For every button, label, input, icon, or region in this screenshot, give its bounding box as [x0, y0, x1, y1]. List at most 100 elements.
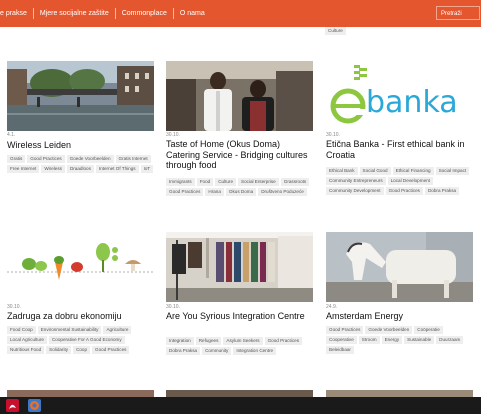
main-nav: e prakse Mjere socijalne zaštite Commonp…: [0, 0, 205, 27]
card-image-ebanka-logo[interactable]: banka: [326, 61, 473, 131]
card-image-chefs[interactable]: [166, 61, 313, 131]
tag[interactable]: Goede Voorbeelden: [66, 155, 114, 163]
tag[interactable]: Grassroots: [280, 178, 310, 186]
nav-item-o-nama[interactable]: O nama: [180, 10, 205, 17]
card-tags: Gratis Good Practices Goede Voorbeelden Gra…: [7, 155, 157, 175]
tag[interactable]: Social Enterprise: [238, 178, 279, 186]
card-image-vegetables[interactable]: [7, 232, 154, 302]
tag[interactable]: Social Impact: [435, 167, 470, 175]
card-date: 30.10.: [166, 304, 180, 310]
tag[interactable]: Local Agriculture: [7, 336, 47, 344]
tag[interactable]: IoT: [140, 165, 154, 173]
taskbar: [0, 397, 481, 414]
practice-card[interactable]: 30.10. Are You Syrious Integration Centr…: [166, 232, 313, 372]
tag[interactable]: Wireless: [41, 165, 65, 173]
tag[interactable]: Gratis: [7, 155, 26, 163]
card-date: 4.1.: [7, 132, 16, 138]
card-image-partial[interactable]: [166, 390, 313, 397]
tag[interactable]: Local Development: [387, 177, 433, 185]
practice-card[interactable]: 30.10. Zadruga za dobru ekonomiju Food C…: [7, 232, 154, 362]
tag[interactable]: Beleidbaar: [326, 346, 354, 354]
tag[interactable]: Integration Centre: [233, 347, 277, 355]
card-tags: Good Practices Goede Voorbeelden Coöperati…: [326, 326, 476, 356]
tag[interactable]: Ethical Financing: [392, 167, 434, 175]
ebanka-logo-text: banka: [366, 85, 458, 120]
tag[interactable]: Community Entrepreneurs: [326, 177, 386, 185]
tag[interactable]: Community Development: [326, 187, 384, 195]
tag[interactable]: Okus Doma: [225, 188, 257, 196]
tag[interactable]: Good Practices: [264, 337, 302, 345]
tag[interactable]: Good Practices: [326, 326, 364, 334]
card-image-partial[interactable]: [326, 390, 473, 397]
tag[interactable]: Food: [196, 178, 214, 186]
top-navigation-bar: e prakse Mjere socijalne zaštite Commonp…: [0, 0, 481, 27]
card-tags: Immigrants Food Culture Social Enterprise Gr…: [166, 178, 316, 198]
tag[interactable]: Društveno Poduzeće: [258, 188, 307, 196]
card-image-clothes-room[interactable]: [166, 232, 313, 302]
nav-item-commonplace[interactable]: Commonplace: [122, 10, 167, 17]
practice-card[interactable]: banka 30.10. Etična Banka - First ethica…: [326, 61, 473, 211]
nav-divider: [172, 8, 174, 19]
tag[interactable]: Stroom: [358, 336, 380, 344]
card-title[interactable]: Taste of Home (Okus Doma) Catering Servi…: [166, 139, 314, 171]
card-image-canal[interactable]: [7, 61, 154, 131]
card-image-partial[interactable]: [7, 390, 154, 397]
nav-item-mjere[interactable]: Mjere socijalne zaštite: [40, 10, 109, 17]
nav-divider: [114, 8, 116, 19]
tag[interactable]: Duurzaam: [436, 336, 464, 344]
card-date: 24.9.: [326, 304, 338, 310]
tag[interactable]: Draadloos: [66, 165, 94, 173]
card-date: 30.10.: [7, 304, 21, 310]
tag[interactable]: Hrana: [205, 188, 224, 196]
pdf-reader-icon[interactable]: [6, 399, 19, 412]
tag[interactable]: Internet Of Things: [95, 165, 139, 173]
browser-icon[interactable]: [28, 399, 41, 412]
nav-item-prakse[interactable]: e prakse: [0, 10, 27, 17]
card-image-horse[interactable]: [326, 232, 473, 302]
partial-card-tags: Culture: [325, 27, 475, 37]
tag[interactable]: Sustainable: [404, 336, 435, 344]
card-tags: Ethical Bank Social Good Ethical Financing…: [326, 167, 476, 197]
tag[interactable]: Good Practices: [385, 187, 423, 195]
practice-card[interactable]: 4.1. Wireless Leiden Gratis Good Practice…: [7, 61, 154, 191]
tag[interactable]: Dobra Praksa: [424, 187, 460, 195]
tag[interactable]: Cooperative For A Good Economy: [48, 336, 125, 344]
card-title[interactable]: Zadruga za dobru ekonomiju: [7, 311, 155, 322]
practice-card[interactable]: 24.9. Amsterdam Energy Good Practices Goe…: [326, 232, 473, 362]
card-title[interactable]: Etična Banka - First ethical bank in Cro…: [326, 139, 474, 160]
search-input[interactable]: Pretraži: [436, 6, 480, 20]
tag[interactable]: Coöperatie: [414, 326, 443, 334]
tag[interactable]: Good Practices: [92, 346, 130, 354]
tag[interactable]: Immigrants: [166, 178, 195, 186]
tag[interactable]: Ethical Bank: [326, 167, 358, 175]
card-title[interactable]: Are You Syrious Integration Centre: [166, 311, 314, 322]
tag[interactable]: Asylum Seekers: [223, 337, 263, 345]
card-title[interactable]: Amsterdam Energy: [326, 311, 474, 322]
card-date: 30.10.: [166, 132, 180, 138]
tag[interactable]: Energy: [381, 336, 403, 344]
practice-card[interactable]: 30.10. Taste of Home (Okus Doma) Caterin…: [166, 61, 313, 211]
card-date: 30.10.: [326, 132, 340, 138]
tag[interactable]: Culture: [215, 178, 237, 186]
tag[interactable]: Cooperative: [326, 336, 357, 344]
tag[interactable]: Coop: [73, 346, 91, 354]
tag[interactable]: Free Internet: [7, 165, 40, 173]
tag[interactable]: Good Practices: [166, 188, 204, 196]
tag[interactable]: Solidarity: [46, 346, 72, 354]
card-tags: Food Coop Environmental Sustainability Agr…: [7, 326, 157, 356]
tag[interactable]: Social Good: [359, 167, 391, 175]
tag[interactable]: Dobra Praksa: [166, 347, 201, 355]
tag[interactable]: Integration: [166, 337, 194, 345]
card-title[interactable]: Wireless Leiden: [7, 140, 155, 151]
tag[interactable]: Culture: [325, 27, 346, 35]
tag[interactable]: Community: [202, 347, 232, 355]
tag[interactable]: Environmental Sustainability: [37, 326, 102, 334]
tag[interactable]: Refugees: [195, 337, 222, 345]
tag[interactable]: Good Practices: [27, 155, 65, 163]
tag[interactable]: Food Coop: [7, 326, 36, 334]
tag[interactable]: Gratis Internet: [115, 155, 151, 163]
card-tags: Integration Refugees Asylum Seekers Good Pr…: [166, 337, 316, 357]
tag[interactable]: Goede Voorbeelden: [365, 326, 413, 334]
tag[interactable]: Agriculture: [103, 326, 132, 334]
tag[interactable]: Nutritious Food: [7, 346, 45, 354]
